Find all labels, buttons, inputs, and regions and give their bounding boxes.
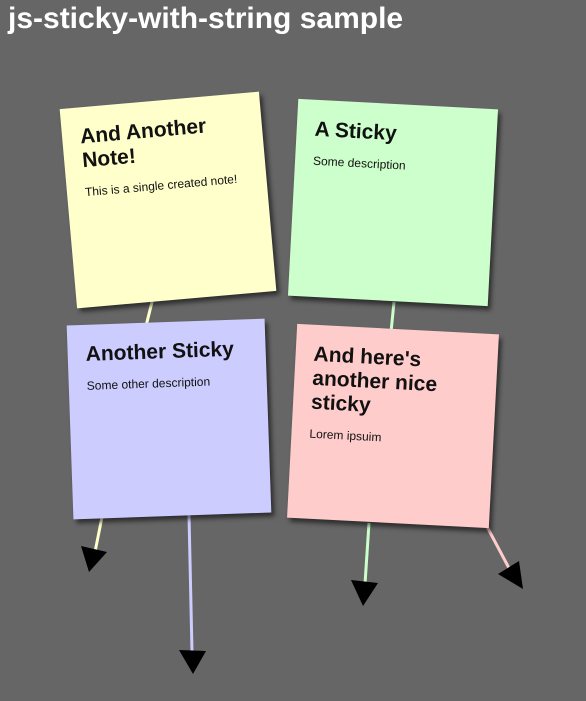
string-arrow-2[interactable] (179, 650, 206, 674)
sticky-note-description: Some description (312, 153, 407, 173)
sticky-note-another-sticky[interactable]: Another Sticky Some other description (66, 318, 272, 520)
sticky-note-a-sticky[interactable]: A Sticky Some description (287, 98, 499, 307)
sticky-note-description: This is a single created note! (84, 172, 238, 200)
sticky-note-title: And Another Note! (79, 114, 208, 173)
sticky-note-description: Some other description (86, 374, 211, 393)
string-arrow-0[interactable] (81, 546, 107, 572)
string-arrow-3[interactable] (498, 561, 523, 589)
sticky-note-title: And here's another nice sticky (310, 342, 438, 418)
string-line-2 (187, 514, 194, 653)
sticky-note-description: Lorem ipsuim (309, 427, 382, 445)
string-line-0b (93, 516, 104, 553)
sticky-note-title: Another Sticky (85, 337, 235, 366)
string-arrow-1[interactable] (351, 580, 378, 606)
sticky-note-and-heres-another[interactable]: And here's another nice sticky Lorem ips… (287, 323, 499, 529)
string-line-3 (482, 520, 512, 571)
sticky-note-title: A Sticky (314, 117, 398, 146)
string-line-1b (363, 522, 371, 585)
string-line-1 (389, 301, 396, 333)
sticky-note-and-another-note[interactable]: And Another Note! This is a single creat… (59, 91, 277, 309)
